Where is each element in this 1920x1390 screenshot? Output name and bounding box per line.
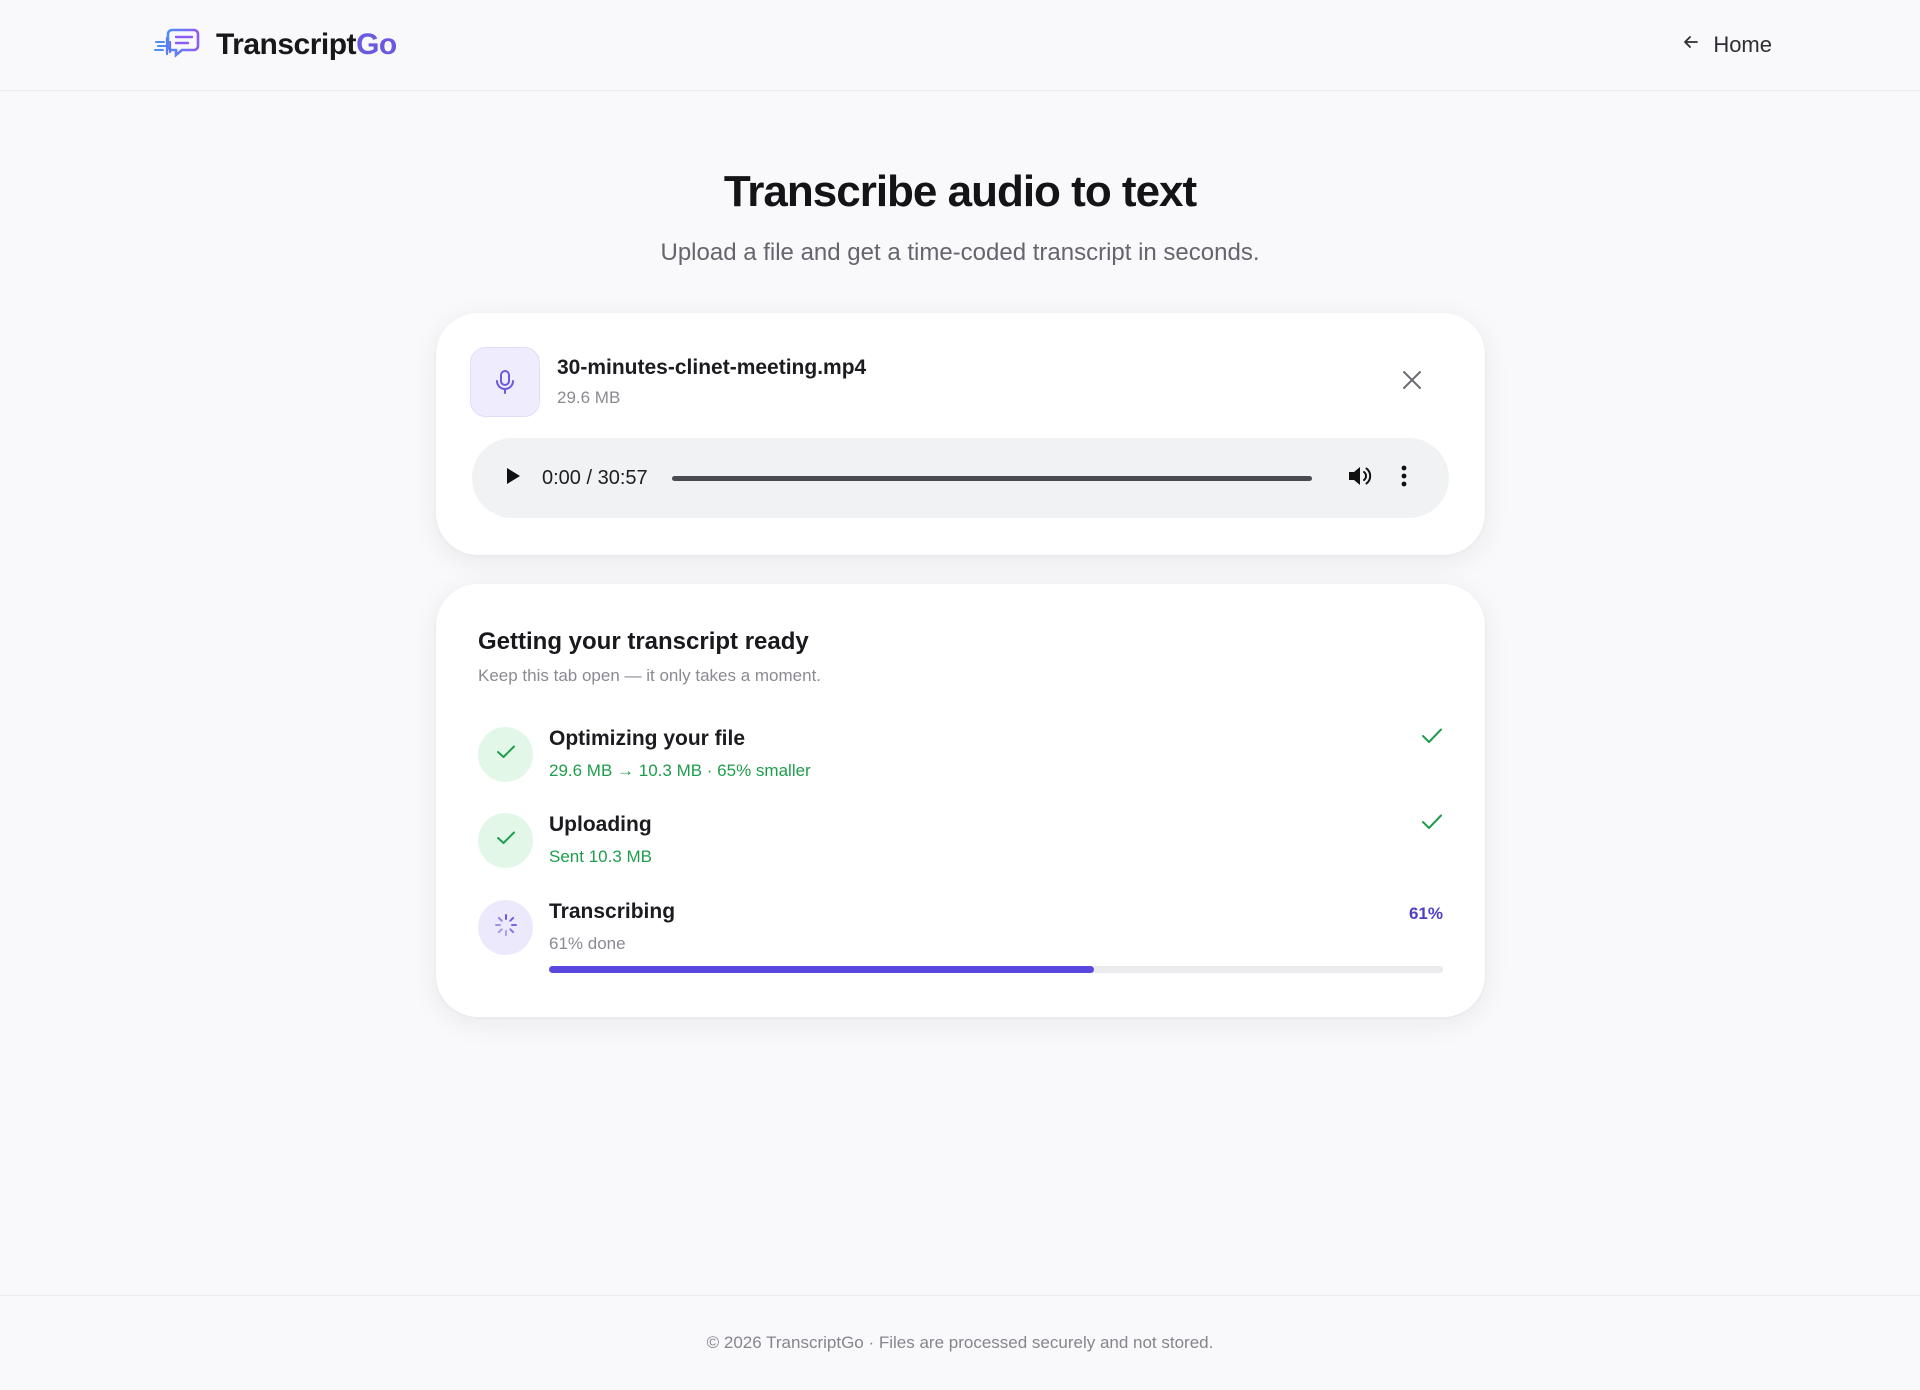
close-icon	[1401, 369, 1423, 396]
brand-logo-link[interactable]: TranscriptGo	[154, 26, 397, 65]
step-title: Transcribing	[549, 900, 676, 923]
volume-icon	[1347, 464, 1373, 493]
step-detail: 29.6 MB → 10.3 MB · 65% smaller	[549, 761, 811, 780]
step-detail: Sent 10.3 MB	[549, 847, 653, 866]
loading-spinner-icon	[494, 913, 518, 942]
microphone-icon	[470, 347, 540, 417]
step-detail: 61% done	[549, 934, 626, 953]
progress-subtitle: Keep this tab open — it only takes a mom…	[478, 666, 822, 685]
step-uploading: Uploading Sent 10.3 MB	[478, 813, 1443, 873]
remove-file-button[interactable]	[1397, 367, 1427, 397]
check-icon	[496, 744, 516, 765]
file-size: 29.6 MB	[557, 388, 621, 407]
step-optimizing: Optimizing your file 29.6 MB → 10.3 MB ·…	[478, 727, 1443, 787]
play-icon	[505, 467, 521, 490]
brand-logo-icon	[154, 26, 200, 65]
check-icon	[1421, 813, 1443, 836]
transcribe-progress-bar	[549, 966, 1443, 973]
seek-bar[interactable]	[671, 475, 1312, 481]
step-transcribing: Transcribing 61% done 61%	[478, 900, 1443, 973]
top-bar: TranscriptGo Home	[0, 0, 1920, 91]
check-icon	[496, 830, 516, 851]
step-percent: 61%	[1408, 904, 1443, 923]
footer: © 2026 TranscriptGo · Files are processe…	[0, 1295, 1920, 1390]
audio-player: 0:00 / 30:57	[472, 438, 1449, 518]
arrow-left-icon	[1681, 32, 1701, 58]
step-done-badge	[478, 727, 533, 782]
hero: Transcribe audio to text Upload a file a…	[0, 167, 1920, 267]
progress-card: Getting your transcript ready Keep this …	[436, 584, 1485, 1017]
home-link-label: Home	[1713, 32, 1772, 57]
page-title: Transcribe audio to text	[723, 167, 1197, 216]
step-active-badge	[478, 900, 533, 955]
step-title: Uploading	[549, 813, 652, 836]
page-subtitle: Upload a file and get a time-coded trans…	[660, 239, 1260, 266]
file-info-row: 30-minutes-clinet-meeting.mp4 29.6 MB	[470, 347, 1451, 417]
step-title: Optimizing your file	[549, 727, 746, 750]
file-name: 30-minutes-clinet-meeting.mp4	[557, 356, 867, 379]
more-options-button[interactable]	[1394, 464, 1414, 492]
brand-name: TranscriptGo	[216, 28, 397, 61]
play-button[interactable]	[502, 467, 524, 489]
footer-text: © 2026 TranscriptGo · Files are processe…	[706, 1333, 1214, 1352]
check-icon	[1421, 727, 1443, 750]
file-meta: 30-minutes-clinet-meeting.mp4 29.6 MB	[557, 356, 866, 408]
step-done-badge	[478, 813, 533, 868]
more-vertical-icon	[1401, 465, 1407, 492]
home-link[interactable]: Home	[1681, 32, 1772, 58]
playback-time: 0:00 / 30:57	[542, 466, 648, 489]
transcribe-progress-fill	[549, 966, 1095, 973]
progress-title: Getting your transcript ready	[478, 628, 809, 655]
file-card: 30-minutes-clinet-meeting.mp4 29.6 MB 0:…	[436, 313, 1485, 555]
volume-button[interactable]	[1346, 464, 1374, 492]
